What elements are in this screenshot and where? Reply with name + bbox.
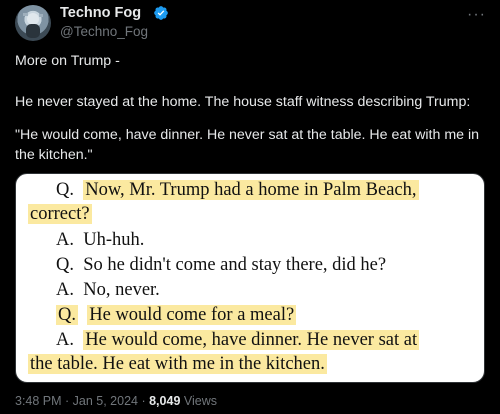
transcript-line-a3: A. He would come, have dinner. He never … — [56, 328, 420, 352]
transcript-line-q3: Q. He would come for a meal? — [56, 303, 297, 327]
transcript-line-a1: A. Uh-huh. — [56, 228, 144, 252]
views-label: Views — [180, 394, 217, 408]
transcript-line-a2: A. No, never. — [56, 278, 160, 302]
q1-cont: correct? — [28, 204, 92, 224]
verified-badge-icon — [154, 6, 168, 20]
post-text-line-2: He never stayed at the home. The house s… — [15, 94, 471, 110]
transcript-line-q2: Q. So he didn't come and stay there, did… — [56, 253, 386, 277]
a2-text: No, never. — [83, 280, 160, 300]
a3-cont: the table. He eat with me in the kitchen… — [28, 354, 327, 374]
post-meta: 3:48 PM · Jan 5, 2024 · 8,049 Views — [15, 394, 217, 408]
author-handle[interactable]: @Techno_Fog — [60, 24, 148, 39]
q2-label: Q. — [56, 255, 74, 275]
avatar-image — [23, 13, 43, 38]
author-name[interactable]: Techno Fog — [60, 5, 141, 21]
post-text-line-3: "He would come, have dinner. He never sa… — [15, 127, 480, 163]
q3-label: Q. — [56, 305, 78, 325]
a1-text: Uh-huh. — [83, 230, 145, 250]
q1-text: Now, Mr. Trump had a home in Palm Beach, — [83, 180, 419, 200]
a3-text: He would come, have dinner. He never sat… — [83, 330, 420, 350]
transcript-line-q1: Q. Now, Mr. Trump had a home in Palm Bea… — [56, 178, 419, 202]
a1-label: A. — [56, 230, 74, 250]
transcript-line-a3-cont: the table. He eat with me in the kitchen… — [28, 352, 327, 376]
q3-text: He would come for a meal? — [87, 305, 297, 325]
views-count: 8,049 — [149, 394, 181, 408]
transcript-image[interactable]: Q. Now, Mr. Trump had a home in Palm Bea… — [15, 173, 485, 383]
a2-label: A. — [56, 280, 74, 300]
post-text-line-1: More on Trump - — [15, 53, 120, 69]
avatar[interactable] — [15, 5, 51, 41]
post-timestamp[interactable]: 3:48 PM · Jan 5, 2024 · — [15, 394, 149, 408]
a3-label: A. — [56, 330, 74, 350]
post: Techno Fog @Techno_Fog ··· More on Trump… — [0, 0, 500, 414]
q2-text: So he didn't come and stay there, did he… — [83, 255, 387, 275]
transcript-line-q1-cont: correct? — [28, 202, 92, 226]
more-icon[interactable]: ··· — [467, 6, 486, 24]
q1-label: Q. — [56, 180, 74, 200]
